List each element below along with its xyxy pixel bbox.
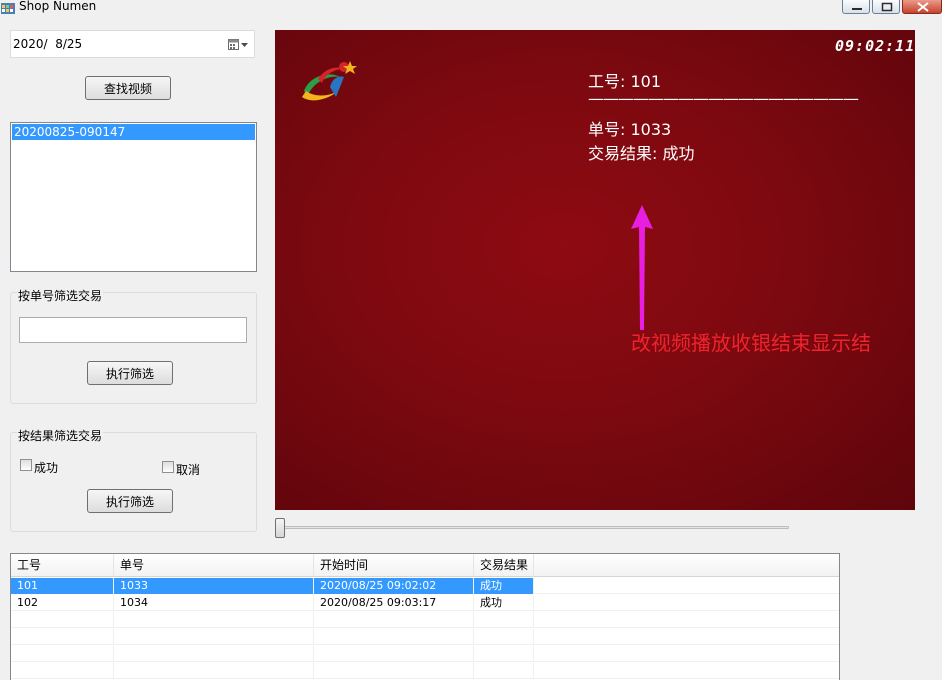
maximize-button[interactable] xyxy=(872,0,900,14)
table-row-empty xyxy=(11,629,839,645)
arrow-up-icon xyxy=(631,205,653,330)
cell-order: 1034 xyxy=(114,595,314,611)
close-icon xyxy=(917,2,929,12)
filter-by-order-button[interactable]: 执行筛选 xyxy=(87,361,173,385)
transaction-table[interactable]: 工号 单号 开始时间 交易结果 101 1033 2020/08/25 09:0… xyxy=(10,553,840,680)
table-row[interactable]: 101 1033 2020/08/25 09:02:02 成功 xyxy=(11,578,839,594)
calendar-dropdown-icon[interactable] xyxy=(228,38,250,52)
list-item[interactable]: 20200825-090147 xyxy=(12,124,255,140)
date-picker[interactable]: 2020/ 8/25 xyxy=(10,30,255,58)
table-row-empty xyxy=(11,612,839,628)
window-title: Shop Numen xyxy=(19,0,97,13)
success-checkbox[interactable] xyxy=(20,459,32,471)
cell-start-time: 2020/08/25 09:02:02 xyxy=(314,578,474,594)
column-header-start-time[interactable]: 开始时间 xyxy=(314,554,474,577)
column-header-result[interactable]: 交易结果 xyxy=(474,554,534,577)
app-icon xyxy=(1,3,15,14)
minimize-icon xyxy=(852,8,862,10)
title-bar: Shop Numen xyxy=(0,0,942,16)
cancel-checkbox[interactable] xyxy=(162,461,174,473)
date-value: 2020/ 8/25 xyxy=(13,37,83,51)
playback-slider-track[interactable] xyxy=(284,526,789,529)
cell-employee: 102 xyxy=(11,595,114,611)
close-button[interactable] xyxy=(902,0,942,14)
table-row-empty xyxy=(11,646,839,662)
minimize-button[interactable] xyxy=(842,0,870,14)
filter-by-result-button[interactable]: 执行筛选 xyxy=(87,489,173,513)
column-header-employee[interactable]: 工号 xyxy=(11,554,114,577)
result-filter-group-label: 按结果筛选交易 xyxy=(17,427,104,444)
order-filter-group-label: 按单号筛选交易 xyxy=(17,287,104,304)
cell-order: 1033 xyxy=(114,578,314,594)
order-filter-group xyxy=(10,292,257,404)
maximize-icon xyxy=(881,2,893,12)
cancel-checkbox-label[interactable]: 取消 xyxy=(176,461,200,478)
osd-order-number: 单号: 1033 xyxy=(588,120,672,139)
video-timestamp: 09:02:11 xyxy=(835,37,915,55)
table-row[interactable]: 102 1034 2020/08/25 09:03:17 成功 xyxy=(11,595,839,611)
search-video-button[interactable]: 查找视频 xyxy=(85,76,171,100)
logo-icon xyxy=(302,61,357,101)
column-header-order[interactable]: 单号 xyxy=(114,554,314,577)
cell-result: 成功 xyxy=(474,595,534,611)
video-player[interactable]: 09:02:11 工号: 101 —————————————————— 单号: … xyxy=(275,30,915,510)
cell-employee: 101 xyxy=(11,578,114,594)
success-checkbox-label[interactable]: 成功 xyxy=(34,459,58,476)
video-list[interactable]: 20200825-090147 xyxy=(10,122,257,272)
result-filter-group xyxy=(10,432,257,532)
cell-result: 成功 xyxy=(474,578,534,594)
table-row-empty xyxy=(11,663,839,679)
osd-divider: —————————————————— xyxy=(588,89,859,108)
osd-transaction-result: 交易结果: 成功 xyxy=(588,144,695,163)
table-header: 工号 单号 开始时间 交易结果 xyxy=(11,554,839,577)
playback-slider-thumb[interactable] xyxy=(275,518,285,538)
annotation-text: 改视频播放收银结束显示结 xyxy=(631,331,871,355)
cell-start-time: 2020/08/25 09:03:17 xyxy=(314,595,474,611)
order-number-input[interactable] xyxy=(19,317,247,343)
